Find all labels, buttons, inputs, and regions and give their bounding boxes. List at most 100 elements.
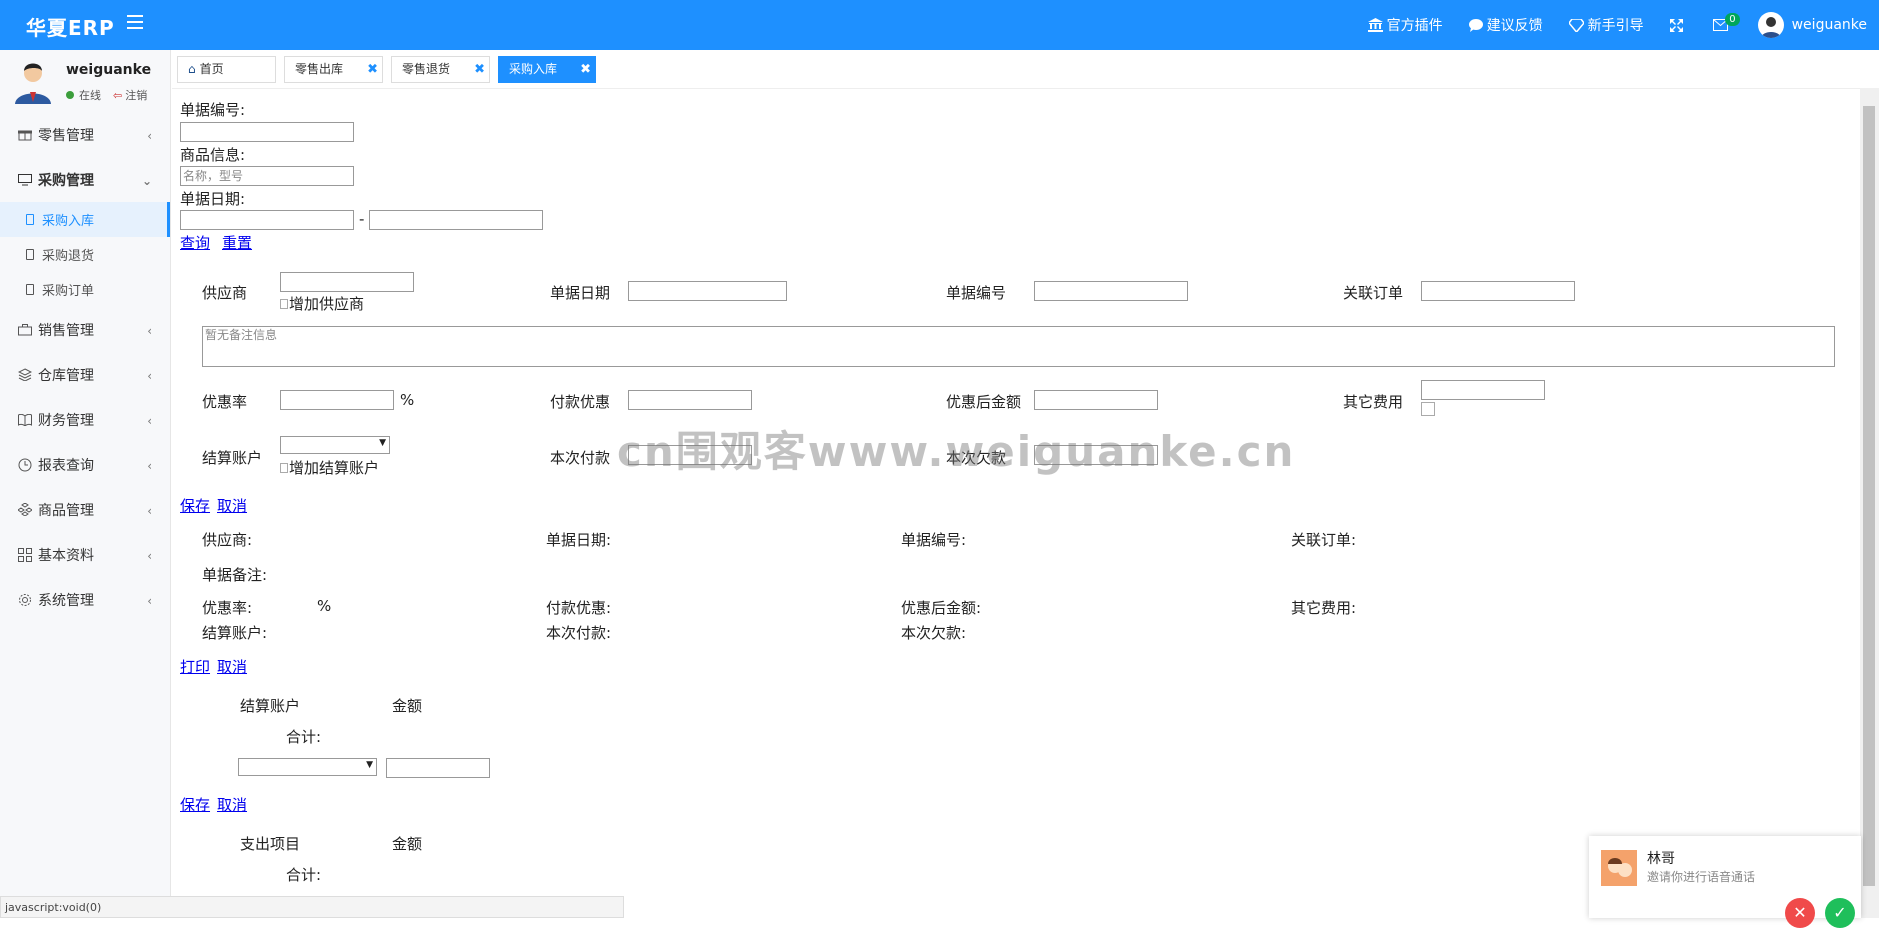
online-dot: [66, 91, 74, 99]
menu-reports[interactable]: 报表查询 ‹: [0, 442, 170, 487]
book-icon: [18, 413, 32, 426]
accounts-row-amount[interactable]: [386, 758, 490, 778]
status-bar: javascript:void(0): [0, 896, 624, 918]
logout-icon[interactable]: ⇦: [113, 89, 122, 102]
menu-sales[interactable]: 销售管理 ‹: [0, 307, 170, 352]
chevron-left-icon: ‹: [147, 369, 152, 383]
expenses-col-amount: 金额: [392, 835, 423, 853]
menu-retail[interactable]: 零售管理 ‹: [0, 112, 170, 157]
chevron-left-icon: ‹: [147, 594, 152, 608]
tab-retail-out[interactable]: 零售出库 ✖: [284, 56, 383, 83]
close-icon[interactable]: ✖: [474, 57, 485, 82]
detail-cancel-link[interactable]: 取消: [217, 656, 247, 677]
chevron-left-icon: ‹: [147, 459, 152, 473]
menu-purchase[interactable]: 采购管理 ⌄: [0, 157, 170, 202]
bill-no-input[interactable]: [180, 122, 354, 142]
accept-call-button[interactable]: ✓: [1825, 898, 1855, 928]
product-label: 商品信息:: [180, 146, 246, 164]
diamond-icon: [1568, 18, 1584, 32]
caller-avatar: [1601, 850, 1637, 886]
form-bill-no-input[interactable]: [1034, 281, 1188, 301]
add-supplier-link[interactable]: 增加供应商: [280, 293, 364, 314]
accounts-col-amount: 金额: [392, 697, 423, 715]
decline-call-button[interactable]: ✕: [1785, 898, 1815, 928]
related-order-input[interactable]: [1421, 281, 1575, 301]
accounts-col-account: 结算账户: [240, 697, 301, 715]
menu-basic-data[interactable]: 基本资料 ‹: [0, 532, 170, 577]
tab-retail-return[interactable]: 零售退货 ✖: [391, 56, 490, 83]
percent-sign: %: [400, 391, 415, 409]
remark-textarea[interactable]: 暂无备注信息: [202, 326, 1835, 367]
reset-link[interactable]: 重置: [222, 232, 252, 253]
bill-date-label: 单据日期: [550, 284, 611, 302]
guide-link[interactable]: 新手引导: [1568, 15, 1644, 35]
submenu-purchase-in[interactable]: 采购入库: [0, 202, 170, 237]
bill-date-input[interactable]: [628, 281, 787, 301]
grid-icon: [18, 547, 32, 562]
call-message: 邀请你进行语音通话: [1647, 870, 1756, 884]
save-link[interactable]: 保存: [180, 495, 210, 516]
user-status: 在线 ⇦ 注销: [66, 87, 147, 103]
menu-system[interactable]: 系统管理 ‹: [0, 577, 170, 622]
pay-discount-label: 付款优惠: [550, 393, 611, 411]
plugins-link[interactable]: 官方插件: [1367, 15, 1443, 35]
submenu-purchase-return[interactable]: 采购退货: [0, 237, 170, 272]
account-select[interactable]: [280, 436, 390, 454]
accounts-row-select[interactable]: [238, 758, 377, 776]
bank-icon: [1367, 18, 1383, 32]
comment-icon: [1468, 18, 1483, 32]
query-link[interactable]: 查询: [180, 232, 210, 253]
tab-purchase-in[interactable]: 采购入库 ✖: [498, 56, 596, 83]
add-account-link[interactable]: 增加结算账户: [280, 457, 379, 478]
menu-products[interactable]: 商品管理 ‹: [0, 487, 170, 532]
supplier-input[interactable]: [280, 272, 414, 292]
close-icon[interactable]: ✖: [367, 57, 378, 82]
sidebar: weiguanke 在线 ⇦ 注销 零售管理 ‹ 采购管理 ⌄ 采购入库 采购退货 采…: [0, 50, 171, 918]
date-start-input[interactable]: [180, 210, 354, 230]
detail-bill-date-label: 单据日期:: [546, 531, 612, 549]
logout-link[interactable]: 注销: [125, 87, 147, 103]
close-icon[interactable]: ✖: [580, 57, 591, 82]
chevron-left-icon: ‹: [147, 549, 152, 563]
document-icon: [26, 284, 34, 295]
menu-warehouse[interactable]: 仓库管理 ‹: [0, 352, 170, 397]
other-fee-input[interactable]: [1421, 380, 1545, 400]
main-content: 单据编号: 商品信息: 名称，型号 单据日期: - 查询 重置 供应商 增加供应…: [172, 88, 1862, 918]
expenses-total-label: 合计:: [286, 866, 322, 884]
vertical-scrollbar[interactable]: [1860, 88, 1879, 918]
after-discount-input[interactable]: [1034, 390, 1158, 410]
product-input[interactable]: 名称，型号: [180, 166, 354, 186]
user-menu[interactable]: weiguanke: [1757, 12, 1867, 38]
monitor-icon: [18, 173, 32, 185]
avatar: [1757, 12, 1784, 38]
check-icon: ✓: [1833, 903, 1847, 922]
detail-percent-sign: %: [317, 597, 332, 615]
submenu-purchase-order[interactable]: 采购订单: [0, 272, 170, 307]
bill-no-label: 单据编号:: [180, 101, 246, 119]
form-bill-no-label: 单据编号: [946, 284, 1007, 302]
accounts-save-link[interactable]: 保存: [180, 794, 210, 815]
pay-discount-input[interactable]: [628, 390, 752, 410]
date-dash: -: [359, 210, 365, 228]
scrollbar-thumb[interactable]: [1863, 106, 1875, 886]
print-link[interactable]: 打印: [180, 656, 210, 677]
date-end-input[interactable]: [369, 210, 543, 230]
home-icon: ⌂: [188, 62, 196, 76]
tab-home[interactable]: ⌂ 首页: [177, 56, 276, 83]
broken-image-icon: [280, 463, 288, 473]
detail-pay-discount-label: 付款优惠:: [546, 599, 612, 617]
cancel-link[interactable]: 取消: [217, 495, 247, 516]
detail-other-fee-label: 其它费用:: [1291, 599, 1357, 617]
brand-logo[interactable]: 华夏ERP: [26, 12, 115, 41]
fullscreen-button[interactable]: [1669, 18, 1687, 32]
avatar: [15, 63, 51, 104]
feedback-link[interactable]: 建议反馈: [1468, 15, 1543, 35]
broken-image-icon[interactable]: [1421, 402, 1435, 416]
other-fee-label: 其它费用: [1343, 393, 1404, 411]
this-pay-label: 本次付款: [550, 449, 611, 467]
menu-toggle-icon[interactable]: [127, 15, 143, 29]
discount-rate-input[interactable]: [280, 390, 394, 410]
menu-finance[interactable]: 财务管理 ‹: [0, 397, 170, 442]
accounts-cancel-link[interactable]: 取消: [217, 794, 247, 815]
mail-button[interactable]: 0: [1712, 13, 1740, 31]
